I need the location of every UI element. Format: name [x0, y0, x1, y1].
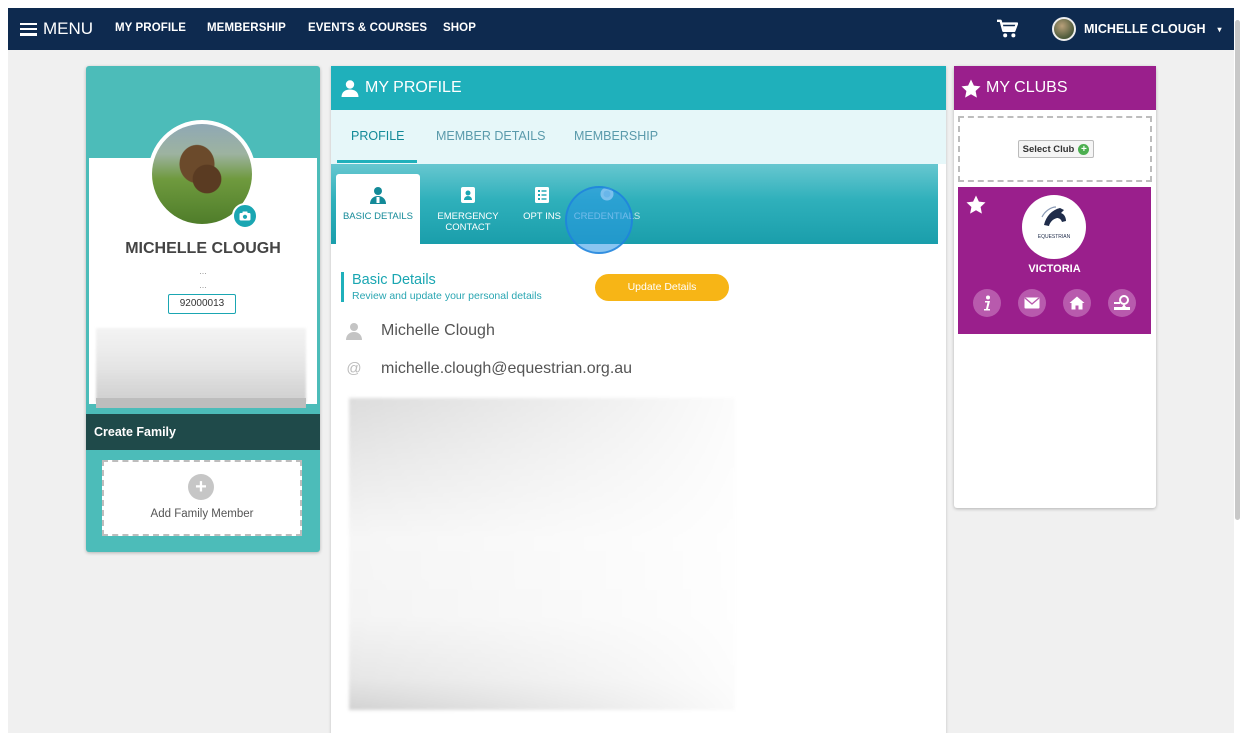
select-club-label: Select Club	[1022, 143, 1075, 155]
tab-profile[interactable]: PROFILE	[351, 129, 405, 143]
active-tab-indicator	[337, 160, 417, 163]
club-info-button[interactable]	[973, 289, 1001, 317]
profile-subtabs: BASIC DETAILS EMERGENCY CONTACT OPT INS	[331, 164, 938, 244]
person-badge-icon	[370, 187, 386, 204]
subtab-emergency-contact[interactable]: EMERGENCY CONTACT	[426, 174, 510, 244]
top-navigation-bar: MENU MY PROFILE MEMBERSHIP EVENTS & COUR…	[8, 8, 1234, 50]
section-accent-bar	[341, 272, 344, 302]
page-scrollbar[interactable]	[1234, 0, 1241, 733]
my-profile-header: MY PROFILE	[331, 66, 946, 110]
contact-card-icon	[461, 187, 475, 203]
email-value: michelle.clough@equestrian.org.au	[381, 360, 633, 377]
click-indicator	[565, 186, 633, 254]
caret-down-icon: ▾	[1217, 24, 1222, 34]
envelope-icon	[1024, 297, 1040, 309]
panel-title: MY PROFILE	[365, 79, 462, 96]
club-logo: EQUESTRIAN	[1022, 195, 1086, 259]
name-row: Michelle Clough	[345, 322, 495, 340]
subtab-label: EMERGENCY CONTACT	[437, 211, 499, 233]
user-menu[interactable]: MICHELLE CLOUGH ▾	[1052, 17, 1222, 41]
camera-icon	[239, 211, 251, 221]
horse-logo-icon	[1041, 206, 1066, 226]
nav-link-events-courses[interactable]: EVENTS & COURSES	[308, 22, 427, 34]
add-icon: +	[1078, 143, 1090, 155]
email-row: @ michelle.clough@equestrian.org.au	[345, 360, 632, 378]
redacted-personal-details	[349, 398, 735, 710]
map-pin-icon	[1114, 295, 1130, 310]
placeholder-text: ...	[199, 266, 207, 276]
subtab-basic-details[interactable]: BASIC DETAILS	[336, 174, 420, 244]
redacted-content	[96, 328, 306, 402]
tab-member-details[interactable]: MEMBER DETAILS	[436, 129, 546, 143]
create-family-header: Create Family	[86, 414, 320, 450]
club-card-victoria: EQUESTRIAN VICTORIA	[958, 187, 1151, 334]
hamburger-icon	[20, 22, 37, 36]
profile-tabs: PROFILE MEMBER DETAILS MEMBERSHIP	[331, 110, 946, 164]
change-photo-button[interactable]	[232, 203, 258, 229]
club-logo-text: EQUESTRIAN	[1037, 234, 1071, 240]
nav-link-shop[interactable]: SHOP	[443, 22, 476, 34]
clubs-title: MY CLUBS	[986, 79, 1068, 96]
add-family-member-label: Add Family Member	[150, 508, 254, 520]
plus-icon: +	[188, 474, 214, 500]
club-name: VICTORIA	[1028, 263, 1081, 275]
nav-link-membership[interactable]: MEMBERSHIP	[207, 22, 286, 34]
browser-viewport: MENU MY PROFILE MEMBERSHIP EVENTS & COUR…	[8, 8, 1234, 733]
club-email-button[interactable]	[1018, 289, 1046, 317]
update-details-button[interactable]: Update Details	[595, 274, 729, 301]
my-profile-panel: MY PROFILE PROFILE MEMBER DETAILS MEMBER…	[331, 66, 946, 733]
user-name: MICHELLE CLOUGH	[1084, 22, 1206, 36]
nav-link-my-profile[interactable]: MY PROFILE	[115, 22, 186, 34]
add-family-member-button[interactable]: + Add Family Member	[102, 460, 302, 536]
shopping-cart-icon[interactable]	[996, 19, 1018, 39]
redacted-content	[96, 398, 306, 408]
my-clubs-card: MY CLUBS Select Club + EQUESTRIAN VICTOR…	[954, 66, 1156, 508]
subtab-opt-ins[interactable]: OPT INS	[509, 174, 575, 244]
select-club-area: Select Club +	[958, 116, 1152, 182]
club-home-button[interactable]	[1063, 289, 1091, 317]
star-icon	[961, 79, 981, 98]
full-name-value: Michelle Clough	[381, 322, 495, 339]
profile-summary-card: MICHELLE CLOUGH ... ... 92000013 Create …	[86, 66, 320, 552]
section-title: Basic Details	[352, 272, 436, 288]
subtab-label: BASIC DETAILS	[342, 211, 414, 222]
placeholder-text: ...	[199, 280, 207, 290]
favorite-star-icon[interactable]	[966, 195, 986, 214]
my-clubs-header: MY CLUBS	[954, 66, 1156, 110]
scrollbar-thumb[interactable]	[1235, 20, 1240, 520]
person-icon	[346, 323, 362, 340]
menu-label: MENU	[43, 19, 94, 38]
at-sign-icon: @	[346, 360, 362, 377]
user-icon	[341, 79, 359, 97]
member-number-badge: 92000013	[168, 294, 236, 314]
menu-button[interactable]: MENU	[20, 18, 93, 40]
member-name: MICHELLE CLOUGH	[125, 240, 281, 257]
checklist-icon	[535, 187, 549, 203]
section-subtitle: Review and update your personal details	[352, 290, 542, 302]
home-icon	[1069, 296, 1085, 310]
tab-membership[interactable]: MEMBERSHIP	[574, 129, 658, 143]
select-club-button[interactable]: Select Club +	[1018, 140, 1094, 158]
club-location-button[interactable]	[1108, 289, 1136, 317]
avatar	[1052, 17, 1076, 41]
info-icon	[984, 295, 990, 311]
